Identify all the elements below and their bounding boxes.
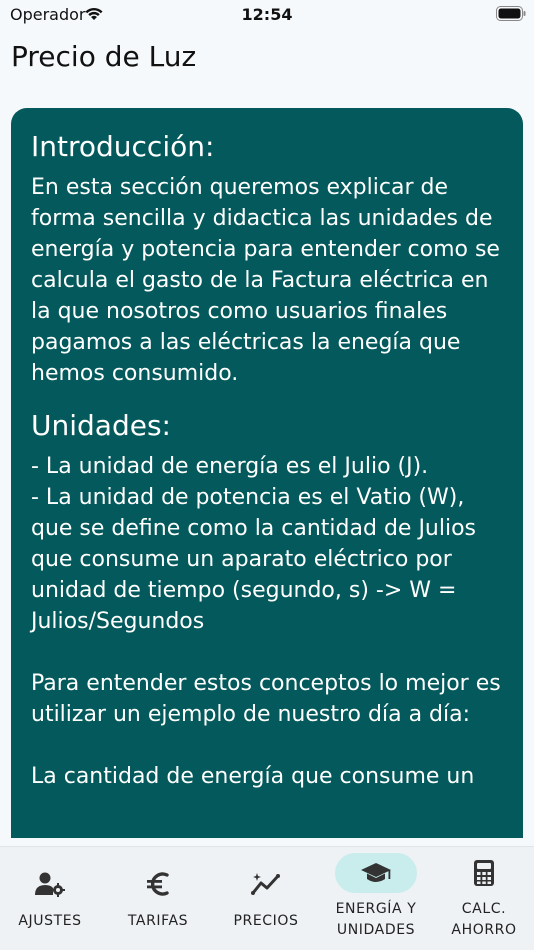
nav-label-energia-line1: ENERGÍA Y [335, 901, 417, 917]
intro-text: En esta sección queremos explicar de for… [31, 175, 500, 386]
chart-line-icon [249, 867, 283, 901]
nav-item-energia-unidades[interactable]: ENERGÍA Y UNIDADES [324, 847, 428, 950]
nav-label-energia-line2: UNIDADES [336, 922, 416, 938]
app-title: Precio de Luz [11, 40, 197, 73]
nav-label-precios: PRECIOS [233, 913, 299, 929]
user-settings-icon [33, 867, 67, 901]
clock: 12:54 [241, 5, 293, 24]
bottom-nav: AJUSTES TARIFAS PRECIOS ENERGÍA Y UNIDAD… [0, 846, 534, 950]
nav-item-calc-ahorro[interactable]: CALC. AHORRO [434, 847, 534, 950]
nav-item-tarifas[interactable]: TARIFAS [108, 847, 208, 950]
nav-label-calc-line1: CALC. [461, 901, 507, 917]
content-card[interactable]: Introducción: En esta sección queremos e… [11, 108, 523, 838]
units-heading: Unidades: [31, 409, 171, 442]
units-text: - La unidad de energía es el Julio (J). … [31, 454, 501, 789]
nav-label-calc-line2: AHORRO [451, 922, 517, 938]
nav-label-tarifas: TARIFAS [127, 913, 189, 929]
intro-heading: Introducción: [31, 130, 215, 163]
nav-item-ajustes[interactable]: AJUSTES [0, 847, 100, 950]
euro-icon [141, 867, 175, 901]
status-bar: Operador 12:54 [0, 0, 534, 30]
battery-icon [496, 6, 526, 21]
nav-item-precios[interactable]: PRECIOS [216, 847, 316, 950]
graduation-cap-icon [359, 856, 393, 890]
nav-label-ajustes: AJUSTES [18, 913, 82, 929]
calculator-icon [467, 856, 501, 890]
